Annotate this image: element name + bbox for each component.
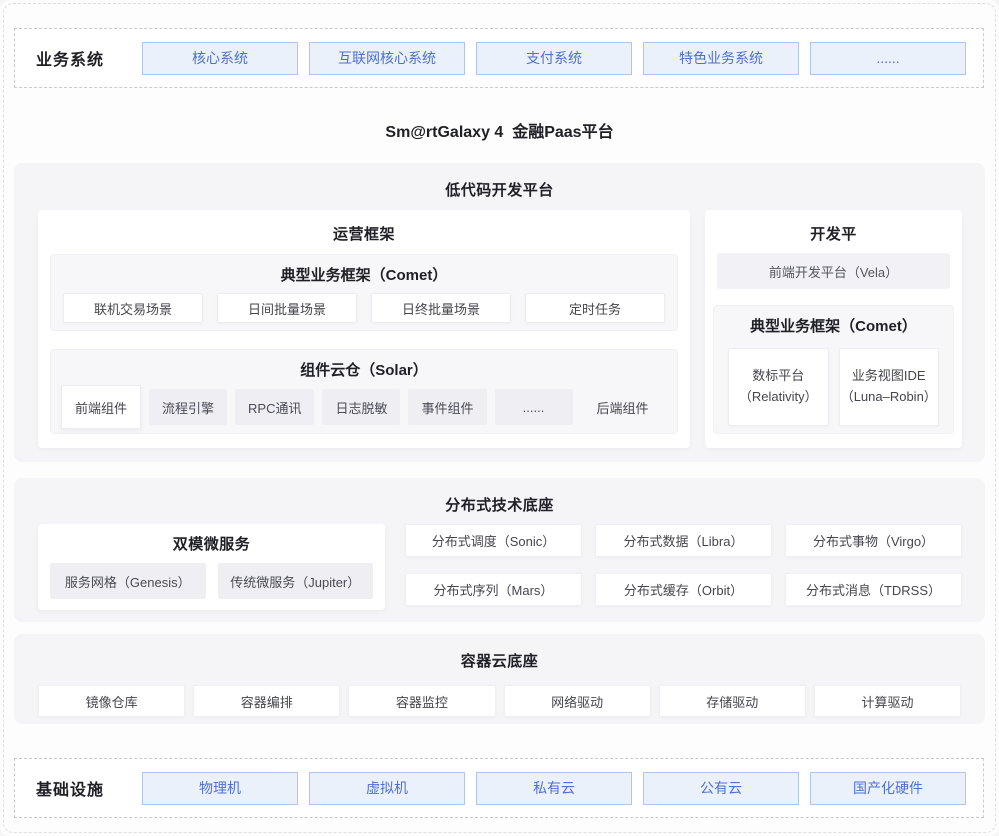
container-monitoring: 容器监控: [348, 685, 495, 717]
lowcode-platform-section: 低代码开发平台 运营框架 典型业务框架（Comet） 联机交易场景 日间批量场景…: [14, 163, 985, 462]
infrastructure-buttons: 物理机 虚拟机 私有云 公有云 国产化硬件: [142, 772, 966, 805]
traditional-microservice-jupiter: 传统微服务（Jupiter）: [218, 563, 374, 599]
dev-platform-title: 开发平: [705, 210, 962, 244]
solar-component-strip: 组件云仓（Solar） 前端组件 流程引擎 RPC通讯 日志脱敏 事件组件 ..…: [50, 349, 678, 434]
business-item-special: 特色业务系统: [643, 42, 799, 75]
infra-item-domestic-hardware: 国产化硬件: [810, 772, 966, 805]
comet-framework-items: 联机交易场景 日间批量场景 日终批量场景 定时任务: [51, 285, 677, 323]
operation-framework-title: 运营框架: [38, 210, 690, 244]
container-orchestration: 容器编排: [193, 685, 340, 717]
dev-item-luna-robin: 业务视图IDE （Luna–Robin）: [839, 348, 940, 426]
solar-frontend-component: 前端组件: [61, 385, 141, 429]
platform-title: Sm@rtGalaxy 4 金融Paas平台: [0, 118, 999, 142]
comet-item-endofday-batch: 日终批量场景: [371, 293, 511, 323]
distributed-transaction-virgo: 分布式事物（Virgo）: [785, 524, 962, 557]
operation-framework-card: 运营框架 典型业务框架（Comet） 联机交易场景 日间批量场景 日终批量场景 …: [38, 210, 690, 448]
infra-item-public-cloud: 公有云: [643, 772, 799, 805]
solar-chip-more: ......: [495, 389, 573, 425]
service-mesh-genesis: 服务网格（Genesis）: [50, 563, 206, 599]
distributed-sequence-mars: 分布式序列（Mars）: [405, 573, 582, 606]
distributed-scheduling-sonic: 分布式调度（Sonic）: [405, 524, 582, 557]
solar-chip-process-engine: 流程引擎: [149, 389, 227, 425]
dev-item-relativity-name: 数标平台: [752, 366, 804, 387]
solar-backend-component: 后端组件: [597, 398, 649, 417]
storage-driver: 存储驱动: [659, 685, 806, 717]
dev-item-relativity-code: （Relativity）: [739, 387, 818, 408]
distributed-cache-orbit: 分布式缓存（Orbit）: [595, 573, 772, 606]
architecture-diagram: 业务系统 核心系统 互联网核心系统 支付系统 特色业务系统 ...... Sm@…: [0, 0, 999, 836]
container-cloud-section: 容器云底座 镜像仓库 容器编排 容器监控 网络驱动 存储驱动 计算驱动: [14, 634, 985, 724]
business-item-internet-core: 互联网核心系统: [309, 42, 465, 75]
solar-chip-log-masking: 日志脱敏: [322, 389, 400, 425]
vela-frontend-platform: 前端开发平台（Vela）: [717, 253, 950, 289]
infrastructure-row: 基础设施 物理机 虚拟机 私有云 公有云 国产化硬件: [14, 758, 984, 818]
business-systems-label: 业务系统: [15, 46, 142, 70]
comet-framework-title: 典型业务框架（Comet）: [51, 255, 677, 285]
dev-item-relativity: 数标平台 （Relativity）: [728, 348, 829, 426]
dev-item-luna-robin-name: 业务视图IDE: [852, 366, 926, 387]
infra-item-physical-machine: 物理机: [142, 772, 298, 805]
compute-driver: 计算驱动: [814, 685, 961, 717]
solar-chip-event-component: 事件组件: [408, 389, 486, 425]
distributed-base-section: 分布式技术底座 双模微服务 服务网格（Genesis） 传统微服务（Jupite…: [14, 478, 985, 622]
distributed-data-libra: 分布式数据（Libra）: [595, 524, 772, 557]
solar-component-items: 前端组件 流程引擎 RPC通讯 日志脱敏 事件组件 ...... 后端组件: [51, 380, 677, 429]
infra-item-virtual-machine: 虚拟机: [309, 772, 465, 805]
business-item-payment: 支付系统: [476, 42, 632, 75]
business-item-core: 核心系统: [142, 42, 298, 75]
container-cloud-items: 镜像仓库 容器编排 容器监控 网络驱动 存储驱动 计算驱动: [14, 671, 985, 717]
dual-microservice-card: 双模微服务 服务网格（Genesis） 传统微服务（Jupiter）: [38, 524, 385, 610]
dual-microservice-title: 双模微服务: [38, 524, 385, 554]
solar-component-title: 组件云仓（Solar）: [51, 350, 677, 380]
image-registry: 镜像仓库: [38, 685, 185, 717]
business-item-more: ......: [810, 42, 966, 75]
comet-framework-strip: 典型业务框架（Comet） 联机交易场景 日间批量场景 日终批量场景 定时任务: [50, 254, 678, 331]
business-systems-buttons: 核心系统 互联网核心系统 支付系统 特色业务系统 ......: [142, 42, 966, 75]
solar-chip-rpc: RPC通讯: [235, 389, 314, 425]
lowcode-section-title: 低代码开发平台: [14, 163, 985, 200]
business-systems-row: 业务系统 核心系统 互联网核心系统 支付系统 特色业务系统 ......: [14, 28, 984, 88]
infra-item-private-cloud: 私有云: [476, 772, 632, 805]
dev-comet-items: 数标平台 （Relativity） 业务视图IDE （Luna–Robin）: [714, 336, 953, 426]
infrastructure-label: 基础设施: [15, 776, 142, 800]
distributed-services-grid: 分布式调度（Sonic） 分布式数据（Libra） 分布式事物（Virgo） 分…: [405, 524, 962, 606]
comet-item-scheduled-task: 定时任务: [525, 293, 665, 323]
distributed-base-title: 分布式技术底座: [14, 478, 985, 515]
dual-microservice-items: 服务网格（Genesis） 传统微服务（Jupiter）: [38, 554, 385, 599]
distributed-message-tdrss: 分布式消息（TDRSS）: [785, 573, 962, 606]
dev-platform-card: 开发平 前端开发平台（Vela） 典型业务框架（Comet） 数标平台 （Rel…: [705, 210, 962, 448]
comet-item-online-trading: 联机交易场景: [63, 293, 203, 323]
container-cloud-title: 容器云底座: [14, 634, 985, 671]
network-driver: 网络驱动: [504, 685, 651, 717]
dev-item-luna-robin-code: （Luna–Robin）: [841, 387, 937, 408]
dev-comet-title: 典型业务框架（Comet）: [714, 306, 953, 336]
comet-item-daytime-batch: 日间批量场景: [217, 293, 357, 323]
dev-comet-strip: 典型业务框架（Comet） 数标平台 （Relativity） 业务视图IDE …: [713, 305, 954, 434]
